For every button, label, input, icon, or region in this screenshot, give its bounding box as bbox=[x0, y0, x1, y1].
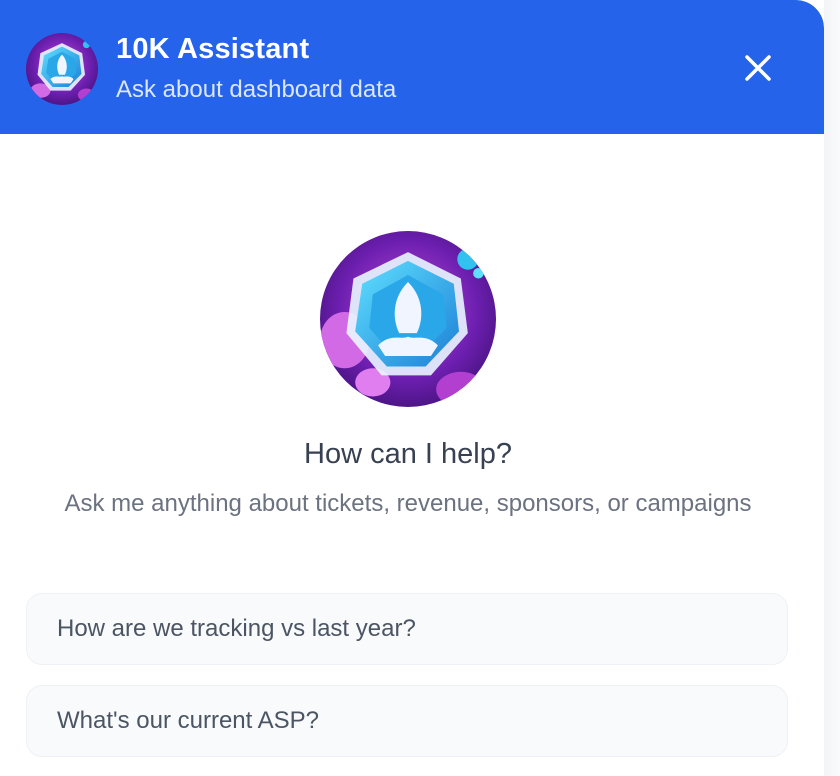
close-icon bbox=[745, 55, 771, 81]
close-button[interactable] bbox=[734, 44, 782, 92]
header-title: 10K Assistant bbox=[116, 33, 310, 65]
rocket-badge-icon bbox=[320, 231, 496, 407]
suggestion-button[interactable]: What's our current ASP? bbox=[26, 685, 788, 757]
rocket-badge-icon bbox=[26, 33, 98, 105]
welcome-subtext: Ask me anything about tickets, revenue, … bbox=[64, 490, 752, 517]
background-edge bbox=[824, 0, 840, 776]
header-subtitle: Ask about dashboard data bbox=[116, 76, 397, 103]
suggestion-button[interactable]: How are we tracking vs last year? bbox=[26, 593, 788, 665]
welcome-heading: How can I help? bbox=[304, 438, 512, 470]
chat-header: 10K Assistant Ask about dashboard data bbox=[0, 0, 824, 134]
assistant-hero-avatar bbox=[320, 231, 496, 407]
assistant-avatar bbox=[26, 33, 98, 105]
assistant-chat-panel: 10K Assistant Ask about dashboard data H… bbox=[0, 0, 824, 776]
